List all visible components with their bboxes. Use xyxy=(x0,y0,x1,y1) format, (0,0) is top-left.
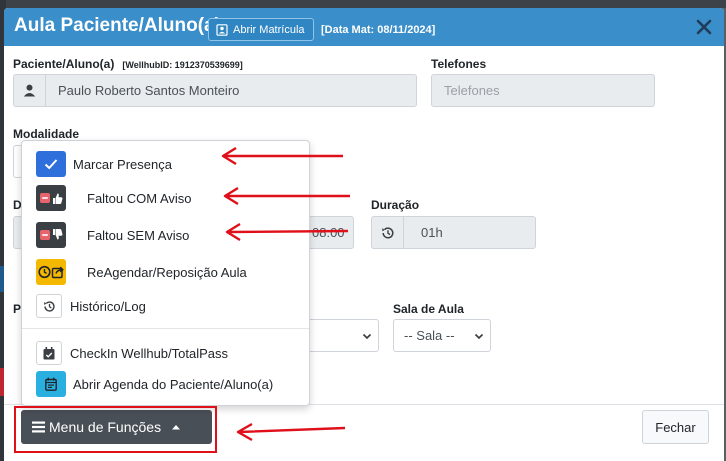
duracao-label: Duração xyxy=(371,198,420,212)
abrir-matricula-button[interactable]: Abrir Matrícula xyxy=(208,18,314,41)
sala-select-value: -- Sala -- xyxy=(404,328,455,343)
fechar-button[interactable]: Fechar xyxy=(642,410,709,444)
annotation-highlight-box xyxy=(14,406,217,453)
modal-header: Aula Paciente/Aluno(a) Abrir Matrícula [… xyxy=(4,8,724,46)
telefones-field[interactable]: Telefones xyxy=(431,74,655,107)
menu-item-label: Marcar Presença xyxy=(73,156,172,172)
annotation-arrow xyxy=(223,186,350,206)
paciente-input-group: Paulo Roberto Santos Monteiro xyxy=(13,74,417,107)
abrir-matricula-label: Abrir Matrícula xyxy=(233,23,305,36)
sala-label: Sala de Aula xyxy=(393,302,464,316)
data-matricula: [Data Mat: 08/11/2024] xyxy=(321,24,436,36)
user-icon xyxy=(13,74,45,107)
menu-item-abrir-agenda[interactable]: Abrir Agenda do Paciente/Aluno(a) xyxy=(22,369,309,399)
id-card-icon xyxy=(216,23,228,36)
telefones-label: Telefones xyxy=(431,57,487,71)
annotation-arrow xyxy=(221,146,343,166)
funcoes-dropdown-menu: Marcar Presença Faltou COM Aviso Faltou … xyxy=(21,140,310,406)
calendar-icon xyxy=(36,371,66,397)
modal-title: Aula Paciente/Aluno(a) xyxy=(14,15,221,36)
menu-item-checkin[interactable]: CheckIn Wellhub/TotalPass xyxy=(22,338,309,368)
check-icon xyxy=(36,151,66,177)
wellhub-id: [WellhubID: 1912370539699] xyxy=(122,60,243,70)
background-page xyxy=(0,0,726,8)
paciente-field[interactable]: Paulo Roberto Santos Monteiro xyxy=(45,74,417,107)
clock-share-icon xyxy=(36,259,66,285)
close-icon[interactable] xyxy=(694,17,714,37)
sala-select[interactable]: -- Sala -- xyxy=(393,319,491,352)
chevron-down-icon xyxy=(474,333,484,340)
telefones-input-group: Telefones xyxy=(431,74,655,107)
menu-item-label: ReAgendar/Reposição Aula xyxy=(87,264,247,280)
menu-item-reagendar[interactable]: ReAgendar/Reposição Aula xyxy=(22,257,309,287)
menu-item-label: Abrir Agenda do Paciente/Aluno(a) xyxy=(73,376,274,392)
thumbs-down-icon xyxy=(36,222,66,248)
menu-item-label: Faltou SEM Aviso xyxy=(87,227,190,243)
menu-item-historico[interactable]: Histórico/Log xyxy=(22,291,309,321)
duracao-input-group: 01h xyxy=(371,216,536,249)
paciente-label: Paciente/Aluno(a) [WellhubID: 19123705396… xyxy=(13,57,243,71)
annotation-arrow xyxy=(236,422,346,442)
duracao-field[interactable]: 01h xyxy=(403,216,536,249)
history-icon xyxy=(371,216,403,249)
thumbs-up-icon xyxy=(36,185,66,211)
history-icon xyxy=(36,294,62,318)
profissional-label: P xyxy=(13,302,22,316)
modalidade-label: Modalidade xyxy=(13,127,80,141)
annotation-arrow xyxy=(225,222,349,242)
dropdown-divider xyxy=(22,328,309,329)
chevron-down-icon xyxy=(362,333,372,340)
menu-item-label: CheckIn Wellhub/TotalPass xyxy=(70,345,229,361)
menu-item-label: Faltou COM Aviso xyxy=(87,190,192,206)
calendar-check-icon xyxy=(36,341,62,365)
menu-item-label: Histórico/Log xyxy=(70,298,146,314)
